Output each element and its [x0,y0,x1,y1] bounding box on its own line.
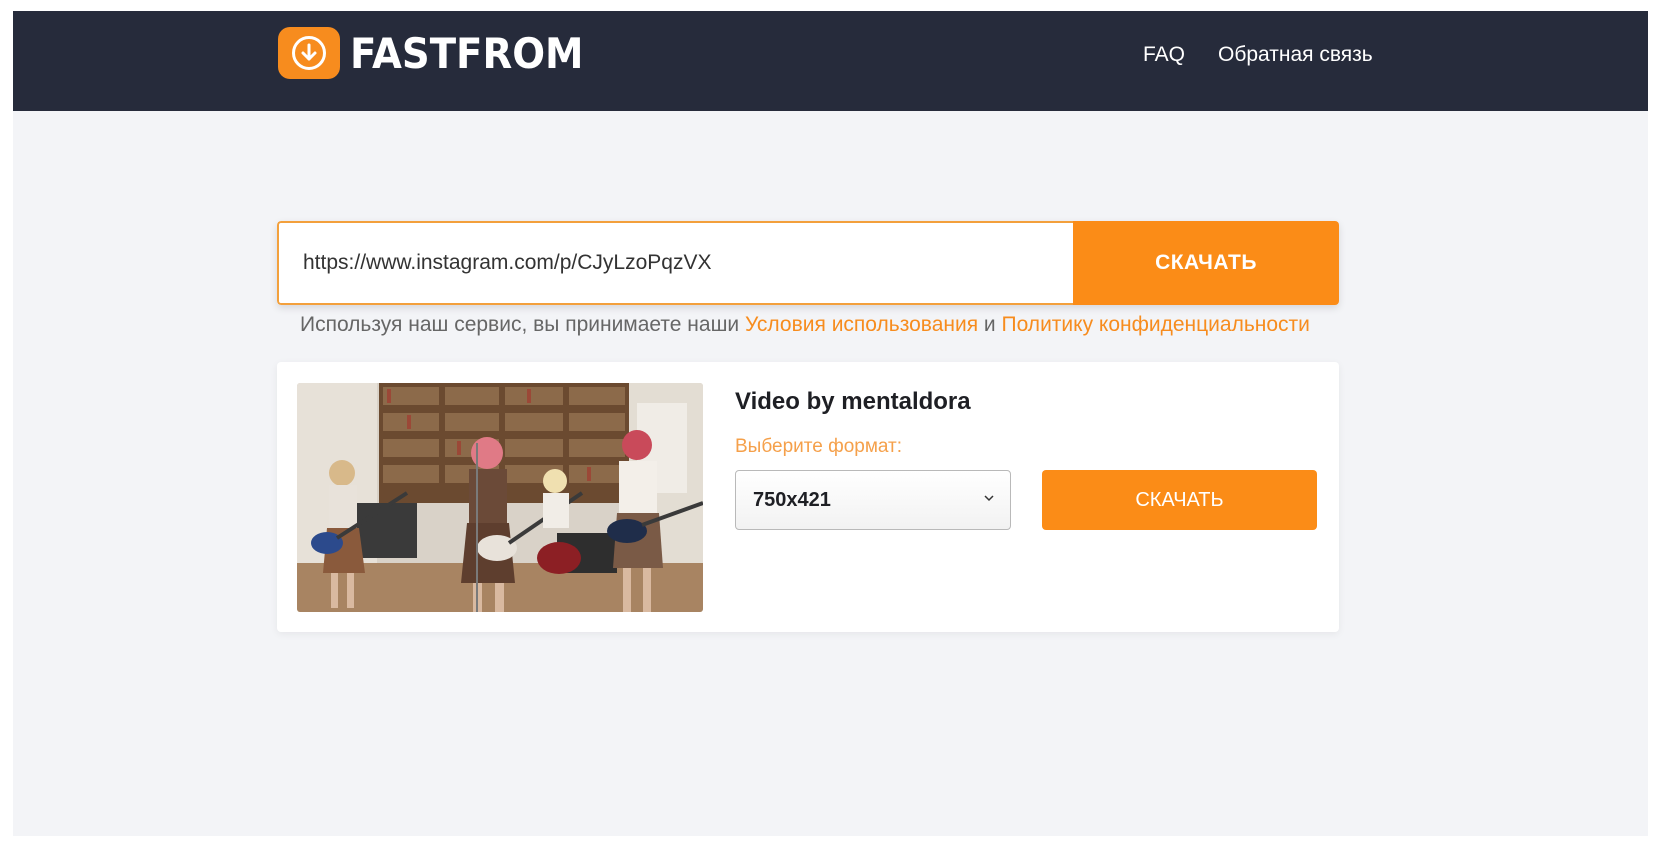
terms-and: и [978,313,1002,336]
download-arrow-icon [278,27,340,79]
logo-text: FASTFROM [350,28,584,78]
nav-feedback-link[interactable]: Обратная связь [1218,40,1373,70]
video-title: Video by mentaldora [735,388,971,415]
terms-prefix: Используя наш сервис, вы принимаете наши [300,313,745,336]
url-form: СКАЧАТЬ [277,221,1339,305]
site-logo[interactable]: FASTFROM [278,24,604,82]
terms-of-use-link[interactable]: Условия использования [745,313,978,336]
privacy-policy-link[interactable]: Политику конфиденциальности [1002,313,1310,336]
top-navbar: FASTFROM FAQ Обратная связь [13,11,1648,111]
download-button[interactable]: СКАЧАТЬ [1042,470,1317,530]
terms-notice: Используя наш сервис, вы принимаете наши… [300,313,1310,337]
submit-download-button[interactable]: СКАЧАТЬ [1073,221,1339,305]
chevron-down-icon [984,495,994,502]
result-card: Video by mentaldora Выберите формат: 750… [277,362,1339,632]
url-input[interactable] [277,221,1073,305]
format-select[interactable]: 750x421 [735,470,1011,530]
page-frame: FASTFROM FAQ Обратная связь СКАЧАТЬ Испо… [13,11,1648,836]
nav-faq-link[interactable]: FAQ [1143,40,1185,70]
video-thumbnail [297,383,703,612]
format-selected-value: 750x421 [753,488,831,511]
format-label: Выберите формат: [735,436,903,457]
